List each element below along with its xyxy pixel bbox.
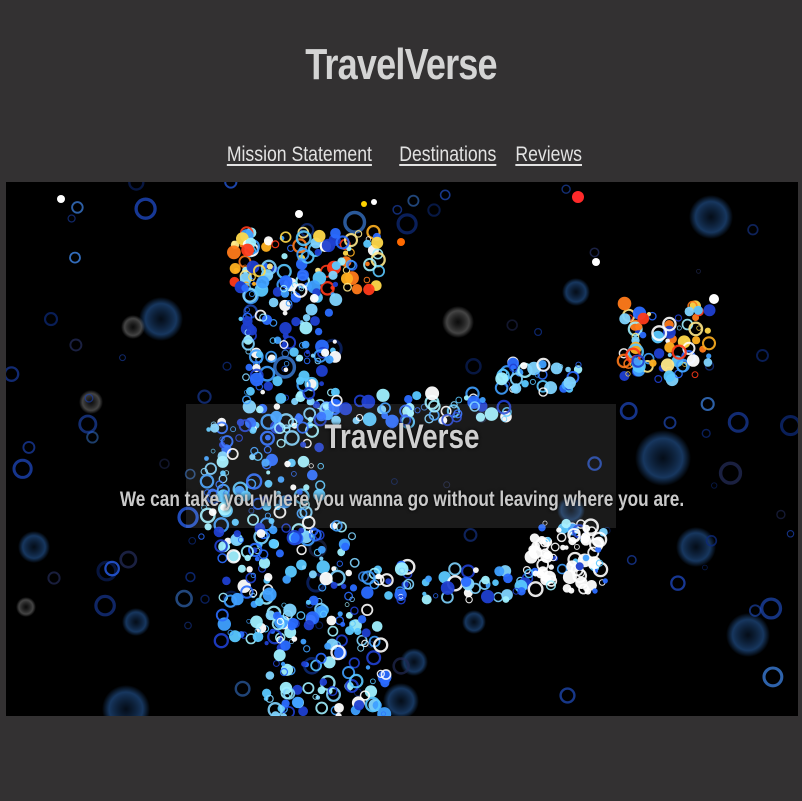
nav-link-mission-statement[interactable]: Mission Statement <box>227 143 372 167</box>
hero-title: TravelVerse <box>324 418 480 456</box>
main-nav: Mission Statement Destinations Reviews <box>0 143 802 167</box>
hero-tagline: We can take you where you wanna go witho… <box>119 488 685 511</box>
site-header: TravelVerse Mission Statement Destinatio… <box>0 0 802 182</box>
hero-banner: TravelVerse We can take you where you wa… <box>6 182 798 716</box>
site-title: TravelVerse <box>305 40 497 89</box>
nav-link-destinations[interactable]: Destinations <box>399 143 496 167</box>
nav-link-reviews[interactable]: Reviews <box>516 143 583 167</box>
